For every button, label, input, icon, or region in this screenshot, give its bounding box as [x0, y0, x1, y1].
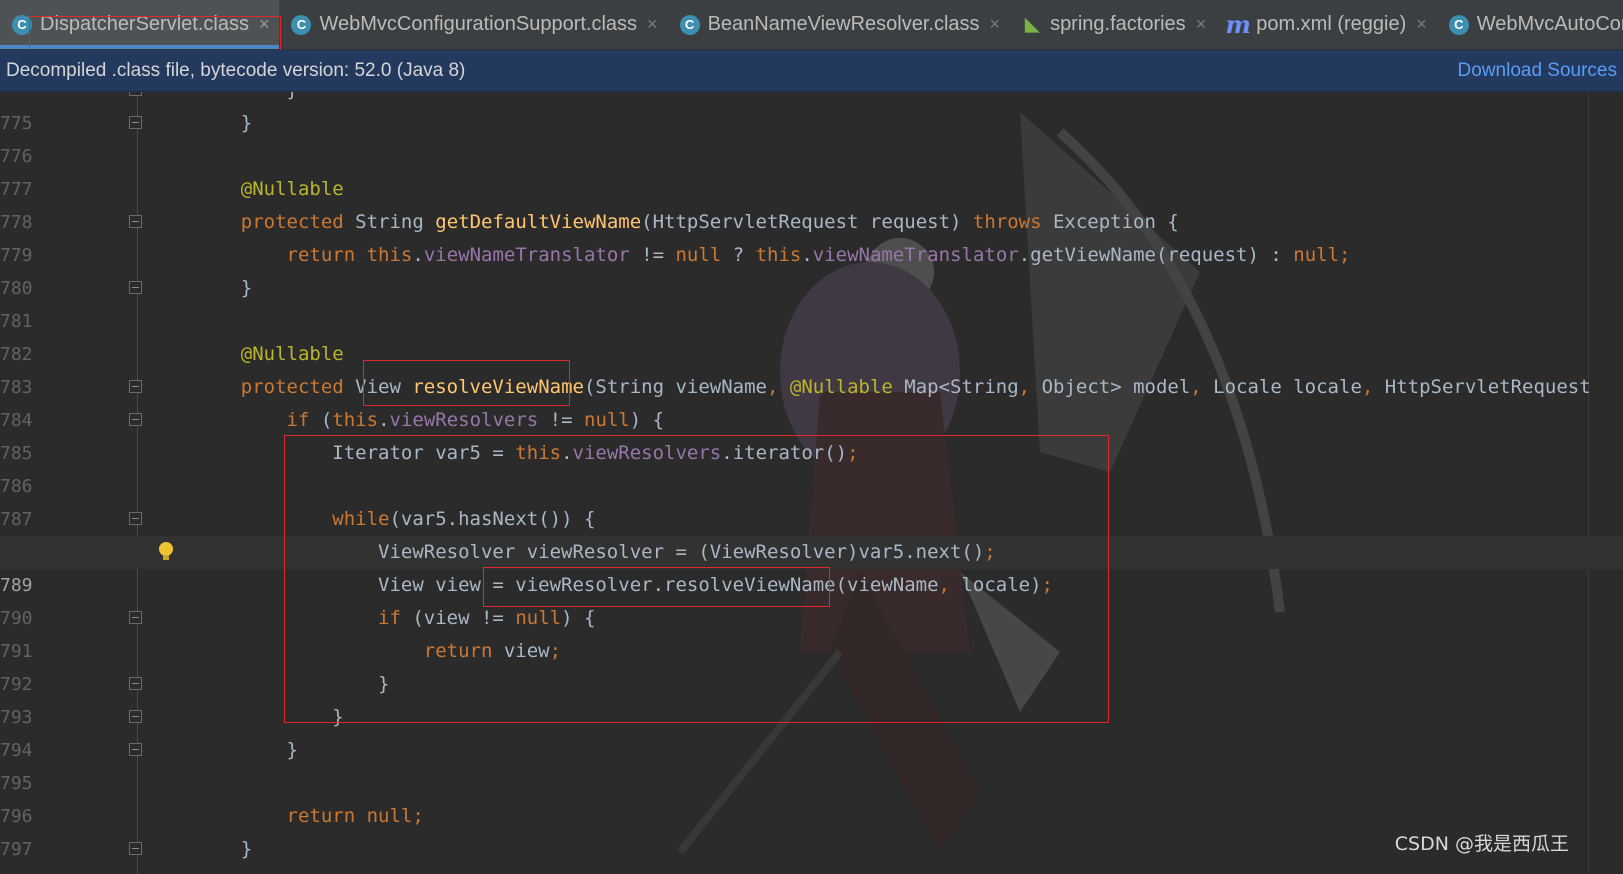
code-text: if (view != null) { [378, 607, 596, 629]
tab-spring-factories[interactable]: ◣ spring.factories × [1010, 0, 1216, 49]
close-icon[interactable]: × [647, 14, 658, 35]
code-line: 788 while(var5.hasNext()) { [0, 503, 1623, 563]
code-line: 797 return null; [0, 800, 1623, 860]
java-class-icon: C [12, 14, 32, 35]
code-line: 791 if (view != null) { [0, 602, 1623, 662]
code-line: 783 @Nullable [0, 338, 1623, 398]
code-line: 781 } [0, 272, 1623, 332]
code-text: protected View resolveViewName(String vi… [240, 376, 1591, 398]
code-line: 794 } [0, 701, 1623, 761]
java-class-icon: C [1448, 14, 1469, 35]
code-text: View view = viewResolver.resolveViewName… [378, 574, 1053, 596]
editor-tab-bar: C DispatcherServlet.class × C WebMvcConf… [0, 0, 1623, 50]
tab-label: pom.xml (reggie) [1256, 13, 1407, 35]
code-line: 787 [0, 470, 1623, 530]
code-line: 780 return this.viewNameTranslator != nu… [0, 239, 1623, 299]
code-text: } [195, 706, 344, 728]
code-text: return view; [423, 640, 562, 662]
fold-icon[interactable] [129, 842, 142, 855]
tab-label: spring.factories [1050, 13, 1186, 35]
tab-dispatcherservlet[interactable]: C DispatcherServlet.class × [0, 0, 280, 49]
code-text: } [195, 739, 298, 761]
fold-icon[interactable] [129, 677, 142, 690]
fold-icon[interactable] [129, 512, 142, 525]
code-line: 777 [0, 140, 1623, 200]
code-line: 779 protected String getDefaultViewName(… [0, 206, 1623, 266]
close-icon[interactable]: × [1196, 14, 1207, 35]
fold-icon[interactable] [129, 710, 142, 723]
line-number: 798 [0, 866, 34, 874]
tab-label: WebMvcAutoConf [1476, 13, 1623, 35]
code-text: } [195, 92, 298, 107]
code-text: } [195, 838, 253, 860]
fold-icon[interactable] [129, 380, 142, 393]
code-line: 786 Iterator var5 = this.viewResolvers.i… [0, 437, 1623, 497]
code-line: 784 protected View resolveViewName(Strin… [0, 371, 1623, 431]
tab-beannameviewresolver[interactable]: C BeanNameViewResolver.class × [668, 0, 1011, 49]
java-class-icon: C [679, 14, 700, 35]
code-line: 798 } [0, 833, 1623, 874]
code-text: } [195, 112, 253, 134]
decompiled-banner: Decompiled .class file, bytecode version… [0, 50, 1623, 92]
code-text: } [195, 277, 253, 299]
csdn-watermark: CSDN @我是西瓜王 [1394, 833, 1569, 855]
code-text: protected String getDefaultViewName(Http… [240, 211, 1179, 233]
tab-pom-xml[interactable]: m pom.xml (reggie) × [1216, 0, 1437, 49]
java-class-icon: C [291, 14, 312, 35]
code-line: 793 } [0, 668, 1623, 728]
tab-label: WebMvcConfigurationSupport.class [319, 13, 638, 35]
banner-message: Decompiled .class file, bytecode version… [6, 59, 466, 81]
fold-icon[interactable] [129, 743, 142, 756]
code-line: 785 if (this.viewResolvers != null) { [0, 404, 1623, 464]
code-text: @Nullable [195, 343, 344, 365]
close-icon[interactable]: × [1416, 14, 1427, 35]
fold-icon[interactable] [129, 281, 142, 294]
tab-label: BeanNameViewResolver.class [707, 13, 980, 35]
code-line-current: 789 ViewResolver viewResolver = (ViewRes… [0, 536, 1623, 596]
code-text: while(var5.hasNext()) { [332, 508, 596, 530]
code-line: 778 @Nullable [0, 173, 1623, 233]
tab-label: DispatcherServlet.class [40, 13, 249, 35]
code-line: 776 } [0, 107, 1623, 167]
code-text: return null; [286, 805, 424, 827]
code-text: if (this.viewResolvers != null) { [286, 409, 665, 431]
code-line: 795 } [0, 734, 1623, 794]
close-icon[interactable]: × [259, 14, 270, 35]
code-text: Iterator var5 = this.viewResolvers.itera… [332, 442, 859, 464]
fold-icon[interactable] [129, 116, 142, 129]
fold-icon[interactable] [129, 215, 142, 228]
code-line: 792 return view; [0, 635, 1623, 695]
code-line: 775 } [0, 92, 1623, 134]
code-line: 790 View view = viewResolver.resolveView… [0, 569, 1623, 629]
code-text: } [195, 673, 390, 695]
tab-webmvcconfigurationsupport[interactable]: C WebMvcConfigurationSupport.class × [279, 0, 667, 49]
code-line: 782 [0, 305, 1623, 365]
fold-icon[interactable] [129, 92, 142, 96]
lightbulb-icon[interactable] [158, 541, 174, 563]
maven-icon: m [1225, 10, 1251, 39]
download-sources-link[interactable]: Download Sources [1458, 60, 1617, 82]
code-line: 796 [0, 767, 1623, 827]
code-text: @Nullable [195, 178, 344, 200]
code-editor[interactable]: 775 } 776 } 777 778 @Nullable 779 protec… [0, 92, 1623, 874]
gradle-file-icon: ◣ [1025, 14, 1039, 34]
fold-icon[interactable] [129, 611, 142, 624]
fold-icon[interactable] [129, 413, 142, 426]
tab-webmvcautoconf[interactable]: C WebMvcAutoConf [1437, 0, 1623, 49]
code-text: return this.viewNameTranslator != null ?… [286, 244, 1351, 266]
close-icon[interactable]: × [990, 14, 1001, 35]
code-text: ViewResolver viewResolver = (ViewResolve… [378, 541, 996, 563]
